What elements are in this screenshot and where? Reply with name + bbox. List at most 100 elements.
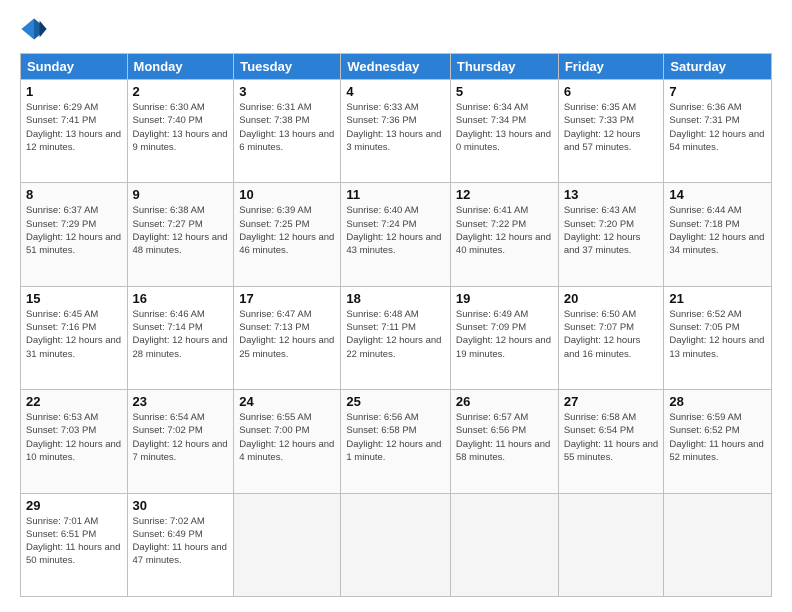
day-number: 5: [456, 84, 553, 99]
day-number: 2: [133, 84, 229, 99]
calendar-day-cell: 18 Sunrise: 6:48 AM Sunset: 7:11 PM Dayl…: [341, 286, 451, 389]
day-info: Sunrise: 6:35 AM Sunset: 7:33 PM Dayligh…: [564, 101, 659, 154]
day-info: Sunrise: 6:38 AM Sunset: 7:27 PM Dayligh…: [133, 204, 229, 257]
calendar-week-row: 15 Sunrise: 6:45 AM Sunset: 7:16 PM Dayl…: [21, 286, 772, 389]
calendar-day-cell: [341, 493, 451, 596]
calendar-day-cell: 14 Sunrise: 6:44 AM Sunset: 7:18 PM Dayl…: [664, 183, 772, 286]
logo-icon: [20, 15, 48, 43]
day-number: 26: [456, 394, 553, 409]
calendar-day-cell: 26 Sunrise: 6:57 AM Sunset: 6:56 PM Dayl…: [450, 390, 558, 493]
logo: [20, 15, 52, 43]
day-number: 24: [239, 394, 335, 409]
day-number: 6: [564, 84, 659, 99]
day-number: 9: [133, 187, 229, 202]
day-number: 4: [346, 84, 445, 99]
calendar-body: 1 Sunrise: 6:29 AM Sunset: 7:41 PM Dayli…: [21, 80, 772, 597]
day-info: Sunrise: 7:02 AM Sunset: 6:49 PM Dayligh…: [133, 515, 229, 568]
calendar-week-row: 8 Sunrise: 6:37 AM Sunset: 7:29 PM Dayli…: [21, 183, 772, 286]
day-number: 10: [239, 187, 335, 202]
weekday-header-cell: Tuesday: [234, 54, 341, 80]
weekday-header-cell: Saturday: [664, 54, 772, 80]
calendar-day-cell: 23 Sunrise: 6:54 AM Sunset: 7:02 PM Dayl…: [127, 390, 234, 493]
day-number: 13: [564, 187, 659, 202]
calendar-week-row: 22 Sunrise: 6:53 AM Sunset: 7:03 PM Dayl…: [21, 390, 772, 493]
calendar-day-cell: 30 Sunrise: 7:02 AM Sunset: 6:49 PM Dayl…: [127, 493, 234, 596]
weekday-header-cell: Thursday: [450, 54, 558, 80]
day-info: Sunrise: 6:52 AM Sunset: 7:05 PM Dayligh…: [669, 308, 766, 361]
calendar-day-cell: 8 Sunrise: 6:37 AM Sunset: 7:29 PM Dayli…: [21, 183, 128, 286]
day-number: 17: [239, 291, 335, 306]
page: SundayMondayTuesdayWednesdayThursdayFrid…: [0, 0, 792, 612]
day-info: Sunrise: 6:57 AM Sunset: 6:56 PM Dayligh…: [456, 411, 553, 464]
day-number: 16: [133, 291, 229, 306]
day-number: 19: [456, 291, 553, 306]
day-number: 18: [346, 291, 445, 306]
calendar-day-cell: 22 Sunrise: 6:53 AM Sunset: 7:03 PM Dayl…: [21, 390, 128, 493]
day-info: Sunrise: 6:49 AM Sunset: 7:09 PM Dayligh…: [456, 308, 553, 361]
calendar-day-cell: 29 Sunrise: 7:01 AM Sunset: 6:51 PM Dayl…: [21, 493, 128, 596]
calendar-day-cell: 11 Sunrise: 6:40 AM Sunset: 7:24 PM Dayl…: [341, 183, 451, 286]
calendar-week-row: 29 Sunrise: 7:01 AM Sunset: 6:51 PM Dayl…: [21, 493, 772, 596]
calendar-day-cell: [450, 493, 558, 596]
calendar-day-cell: 15 Sunrise: 6:45 AM Sunset: 7:16 PM Dayl…: [21, 286, 128, 389]
calendar-day-cell: 25 Sunrise: 6:56 AM Sunset: 6:58 PM Dayl…: [341, 390, 451, 493]
calendar-day-cell: 12 Sunrise: 6:41 AM Sunset: 7:22 PM Dayl…: [450, 183, 558, 286]
calendar-day-cell: 1 Sunrise: 6:29 AM Sunset: 7:41 PM Dayli…: [21, 80, 128, 183]
day-number: 1: [26, 84, 122, 99]
day-info: Sunrise: 7:01 AM Sunset: 6:51 PM Dayligh…: [26, 515, 122, 568]
day-info: Sunrise: 6:48 AM Sunset: 7:11 PM Dayligh…: [346, 308, 445, 361]
day-info: Sunrise: 6:29 AM Sunset: 7:41 PM Dayligh…: [26, 101, 122, 154]
weekday-header-cell: Wednesday: [341, 54, 451, 80]
day-info: Sunrise: 6:33 AM Sunset: 7:36 PM Dayligh…: [346, 101, 445, 154]
day-info: Sunrise: 6:31 AM Sunset: 7:38 PM Dayligh…: [239, 101, 335, 154]
calendar-day-cell: 16 Sunrise: 6:46 AM Sunset: 7:14 PM Dayl…: [127, 286, 234, 389]
day-number: 14: [669, 187, 766, 202]
calendar-day-cell: 17 Sunrise: 6:47 AM Sunset: 7:13 PM Dayl…: [234, 286, 341, 389]
day-info: Sunrise: 6:55 AM Sunset: 7:00 PM Dayligh…: [239, 411, 335, 464]
day-info: Sunrise: 6:34 AM Sunset: 7:34 PM Dayligh…: [456, 101, 553, 154]
weekday-header-cell: Sunday: [21, 54, 128, 80]
calendar-day-cell: 4 Sunrise: 6:33 AM Sunset: 7:36 PM Dayli…: [341, 80, 451, 183]
calendar-day-cell: 21 Sunrise: 6:52 AM Sunset: 7:05 PM Dayl…: [664, 286, 772, 389]
calendar-day-cell: 9 Sunrise: 6:38 AM Sunset: 7:27 PM Dayli…: [127, 183, 234, 286]
day-number: 28: [669, 394, 766, 409]
day-number: 25: [346, 394, 445, 409]
calendar-day-cell: 5 Sunrise: 6:34 AM Sunset: 7:34 PM Dayli…: [450, 80, 558, 183]
day-number: 7: [669, 84, 766, 99]
calendar-day-cell: 28 Sunrise: 6:59 AM Sunset: 6:52 PM Dayl…: [664, 390, 772, 493]
calendar-day-cell: 13 Sunrise: 6:43 AM Sunset: 7:20 PM Dayl…: [558, 183, 664, 286]
calendar-day-cell: 2 Sunrise: 6:30 AM Sunset: 7:40 PM Dayli…: [127, 80, 234, 183]
day-info: Sunrise: 6:44 AM Sunset: 7:18 PM Dayligh…: [669, 204, 766, 257]
calendar-table: SundayMondayTuesdayWednesdayThursdayFrid…: [20, 53, 772, 597]
day-info: Sunrise: 6:41 AM Sunset: 7:22 PM Dayligh…: [456, 204, 553, 257]
day-info: Sunrise: 6:36 AM Sunset: 7:31 PM Dayligh…: [669, 101, 766, 154]
day-number: 22: [26, 394, 122, 409]
day-info: Sunrise: 6:58 AM Sunset: 6:54 PM Dayligh…: [564, 411, 659, 464]
day-info: Sunrise: 6:45 AM Sunset: 7:16 PM Dayligh…: [26, 308, 122, 361]
day-number: 21: [669, 291, 766, 306]
day-info: Sunrise: 6:56 AM Sunset: 6:58 PM Dayligh…: [346, 411, 445, 464]
calendar-day-cell: 27 Sunrise: 6:58 AM Sunset: 6:54 PM Dayl…: [558, 390, 664, 493]
day-number: 20: [564, 291, 659, 306]
calendar-day-cell: 10 Sunrise: 6:39 AM Sunset: 7:25 PM Dayl…: [234, 183, 341, 286]
calendar-day-cell: 7 Sunrise: 6:36 AM Sunset: 7:31 PM Dayli…: [664, 80, 772, 183]
day-info: Sunrise: 6:30 AM Sunset: 7:40 PM Dayligh…: [133, 101, 229, 154]
weekday-header-cell: Monday: [127, 54, 234, 80]
day-info: Sunrise: 6:37 AM Sunset: 7:29 PM Dayligh…: [26, 204, 122, 257]
calendar-day-cell: 20 Sunrise: 6:50 AM Sunset: 7:07 PM Dayl…: [558, 286, 664, 389]
day-number: 12: [456, 187, 553, 202]
calendar-day-cell: 3 Sunrise: 6:31 AM Sunset: 7:38 PM Dayli…: [234, 80, 341, 183]
weekday-header-cell: Friday: [558, 54, 664, 80]
day-number: 27: [564, 394, 659, 409]
day-number: 30: [133, 498, 229, 513]
calendar-day-cell: [664, 493, 772, 596]
day-info: Sunrise: 6:43 AM Sunset: 7:20 PM Dayligh…: [564, 204, 659, 257]
day-info: Sunrise: 6:59 AM Sunset: 6:52 PM Dayligh…: [669, 411, 766, 464]
calendar-day-cell: 24 Sunrise: 6:55 AM Sunset: 7:00 PM Dayl…: [234, 390, 341, 493]
day-info: Sunrise: 6:46 AM Sunset: 7:14 PM Dayligh…: [133, 308, 229, 361]
calendar-day-cell: 19 Sunrise: 6:49 AM Sunset: 7:09 PM Dayl…: [450, 286, 558, 389]
day-info: Sunrise: 6:53 AM Sunset: 7:03 PM Dayligh…: [26, 411, 122, 464]
calendar-day-cell: 6 Sunrise: 6:35 AM Sunset: 7:33 PM Dayli…: [558, 80, 664, 183]
day-number: 29: [26, 498, 122, 513]
day-info: Sunrise: 6:39 AM Sunset: 7:25 PM Dayligh…: [239, 204, 335, 257]
